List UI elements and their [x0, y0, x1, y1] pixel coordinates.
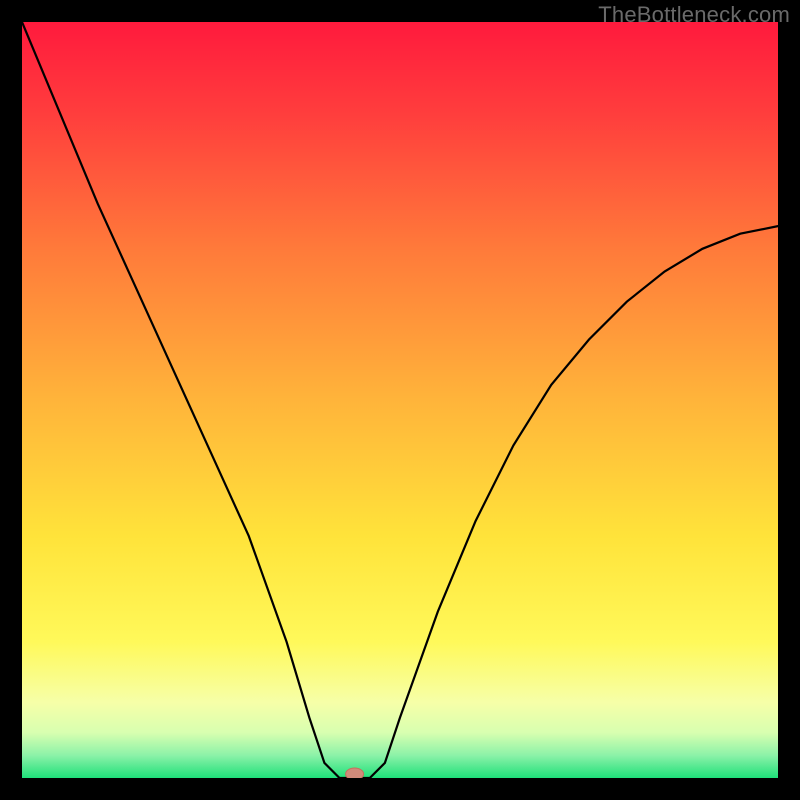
watermark-text: TheBottleneck.com [598, 2, 790, 28]
plot-area [22, 22, 778, 778]
gradient-background [22, 22, 778, 778]
optimum-marker [346, 768, 364, 778]
chart-svg [22, 22, 778, 778]
chart-frame: TheBottleneck.com [0, 0, 800, 800]
